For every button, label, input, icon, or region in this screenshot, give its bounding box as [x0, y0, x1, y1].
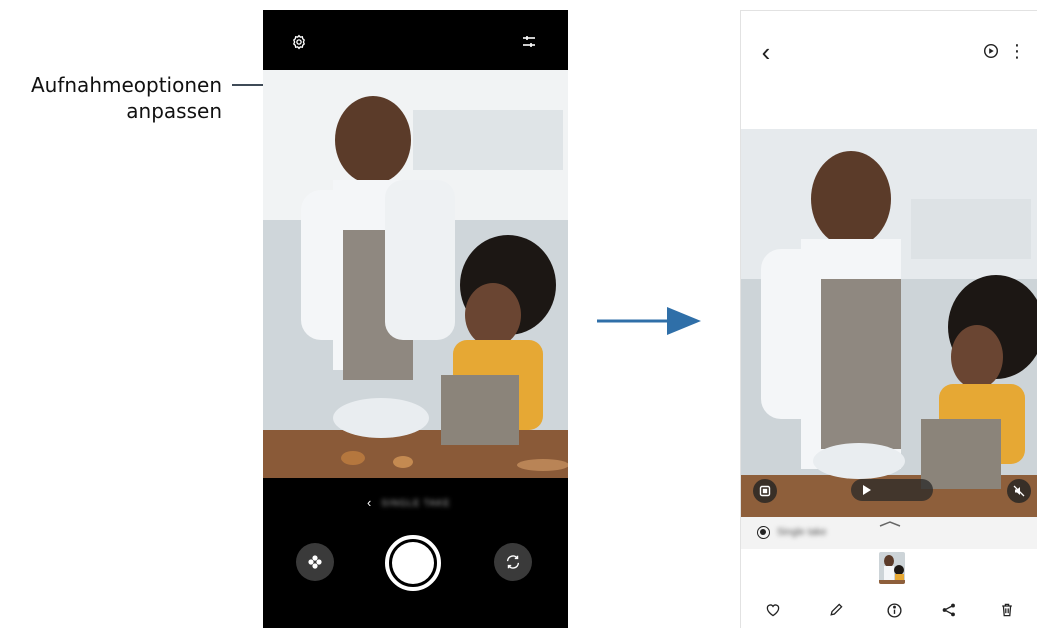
back-chevron: ‹ [761, 37, 771, 67]
transition-arrow-icon [597, 304, 701, 343]
single-take-label: Single take [777, 527, 827, 538]
mode-chevron-left-icon: ‹ [367, 495, 372, 510]
capture-frame-icon[interactable] [753, 479, 777, 503]
play-video-button[interactable] [851, 479, 933, 501]
mute-icon[interactable] [1007, 479, 1031, 503]
sliders-icon[interactable] [517, 30, 541, 54]
gallery-action-bar [741, 595, 1037, 625]
callout-line-1: Aufnahmeoptionen [30, 73, 222, 97]
thumbnail-image[interactable] [879, 552, 905, 584]
back-icon[interactable]: ‹ [753, 39, 779, 65]
motion-play-icon[interactable] [979, 39, 1003, 63]
gallery-screen: ‹ ⋮ Single take [740, 10, 1037, 628]
shooting-mode-label[interactable]: ‹ SINGLE TAKE [367, 496, 451, 510]
shutter-button-inner [392, 542, 434, 584]
heart-icon[interactable] [761, 598, 785, 622]
edit-icon[interactable] [824, 598, 848, 622]
callout-line-2: anpassen [126, 99, 222, 123]
delete-icon[interactable] [995, 598, 1019, 622]
camera-screen: ‹ SINGLE TAKE [263, 10, 568, 628]
more-options-icon[interactable]: ⋮ [1007, 39, 1027, 63]
mode-name: SINGLE TAKE [381, 498, 451, 508]
gallery-photo[interactable] [741, 129, 1037, 517]
camera-top-bar [263, 10, 568, 70]
info-icon[interactable] [882, 598, 906, 622]
expand-handle-icon[interactable] [879, 521, 901, 527]
more-glyph: ⋮ [1008, 40, 1026, 61]
switch-camera-icon[interactable] [494, 543, 532, 581]
single-take-icon [757, 526, 770, 539]
play-icon [863, 485, 871, 495]
effects-icon[interactable] [296, 543, 334, 581]
gear-icon[interactable] [287, 30, 311, 54]
share-icon[interactable] [937, 598, 961, 622]
single-take-bar[interactable]: Single take [741, 517, 1037, 549]
callout-label: Aufnahmeoptionen anpassen [31, 72, 222, 124]
camera-viewfinder-photo [263, 70, 568, 478]
shutter-button[interactable] [385, 535, 441, 591]
